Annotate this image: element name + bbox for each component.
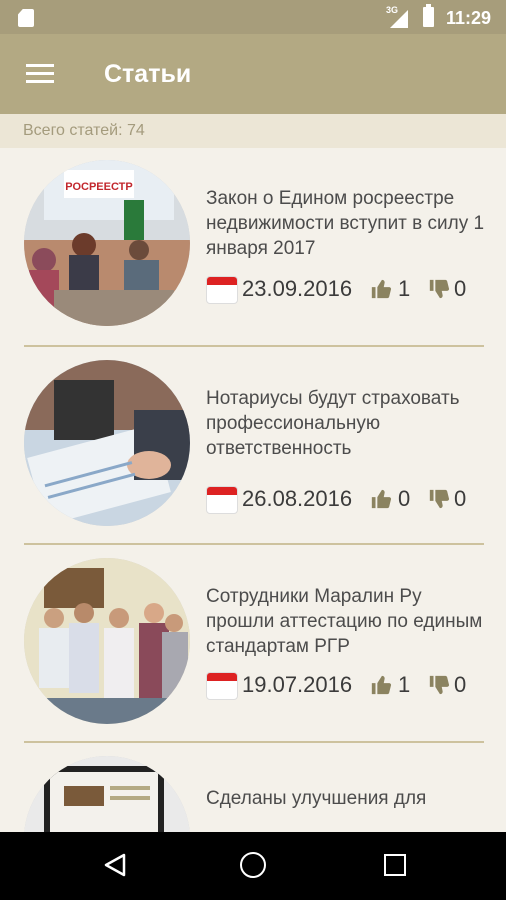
menu-icon[interactable] xyxy=(26,64,54,84)
status-time: 11:29 xyxy=(446,8,492,28)
article-thumbnail[interactable]: РОСРЕЕСТР xyxy=(24,160,190,326)
article-item[interactable]: Сделаны улучшения для xyxy=(0,744,506,832)
like-count: 1 xyxy=(398,276,411,301)
back-icon[interactable] xyxy=(104,853,126,877)
like-count: 0 xyxy=(398,486,411,511)
divider xyxy=(24,345,484,347)
article-item[interactable]: Сотрудники Маралин Ру прошли аттестацию … xyxy=(0,546,506,744)
navigation-bar xyxy=(0,832,506,900)
article-count: Всего статей: 74 xyxy=(23,122,145,139)
thumbs-up-icon[interactable] xyxy=(370,674,392,696)
divider xyxy=(24,741,484,743)
article-meta: 26.08.2016 0 0 xyxy=(206,486,488,516)
signal-icon xyxy=(390,10,408,28)
rosreestr-sign: РОСРЕЕСТР xyxy=(65,181,132,193)
article-thumbnail[interactable] xyxy=(24,360,190,526)
dislike-count: 0 xyxy=(454,486,467,511)
home-icon[interactable] xyxy=(240,852,266,878)
app-bar: Статьи xyxy=(0,34,506,114)
article-count-bar: Всего статей: 74 xyxy=(0,114,506,148)
article-date: 26.08.2016 xyxy=(242,486,353,511)
article-item[interactable]: РОСРЕЕСТР Закон о Едином росреестре недв… xyxy=(0,148,506,346)
calendar-icon xyxy=(206,276,238,304)
thumbs-down-icon[interactable] xyxy=(428,278,450,300)
dislike-count: 0 xyxy=(454,672,467,697)
divider xyxy=(24,543,484,545)
article-date: 19.07.2016 xyxy=(242,672,353,697)
sd-card-icon xyxy=(18,9,34,27)
article-title[interactable]: Закон о Едином росреестре недвижимости в… xyxy=(206,186,488,261)
status-bar: 3G 11:29 xyxy=(0,0,506,34)
thumbs-up-icon[interactable] xyxy=(370,278,392,300)
calendar-icon xyxy=(206,672,238,700)
thumbs-down-icon[interactable] xyxy=(428,488,450,510)
article-title[interactable]: Сотрудники Маралин Ру прошли аттестацию … xyxy=(206,584,488,659)
like-count: 1 xyxy=(398,672,411,697)
battery-icon xyxy=(423,4,434,27)
article-item[interactable]: Нотариусы будут страховать профессиональ… xyxy=(0,348,506,546)
article-meta: 19.07.2016 1 0 xyxy=(206,672,488,702)
article-date: 23.09.2016 xyxy=(242,276,353,301)
thumbs-up-icon[interactable] xyxy=(370,488,392,510)
article-title[interactable]: Сделаны улучшения для xyxy=(206,786,488,811)
article-title[interactable]: Нотариусы будут страховать профессиональ… xyxy=(206,386,488,461)
dislike-count: 0 xyxy=(454,276,467,301)
article-thumbnail[interactable] xyxy=(24,558,190,724)
thumbs-down-icon[interactable] xyxy=(428,674,450,696)
calendar-icon xyxy=(206,486,238,514)
article-meta: 23.09.2016 1 0 xyxy=(206,276,488,306)
article-thumbnail[interactable] xyxy=(24,756,190,832)
recent-apps-icon[interactable] xyxy=(384,854,406,876)
page-title: Статьи xyxy=(104,60,192,88)
